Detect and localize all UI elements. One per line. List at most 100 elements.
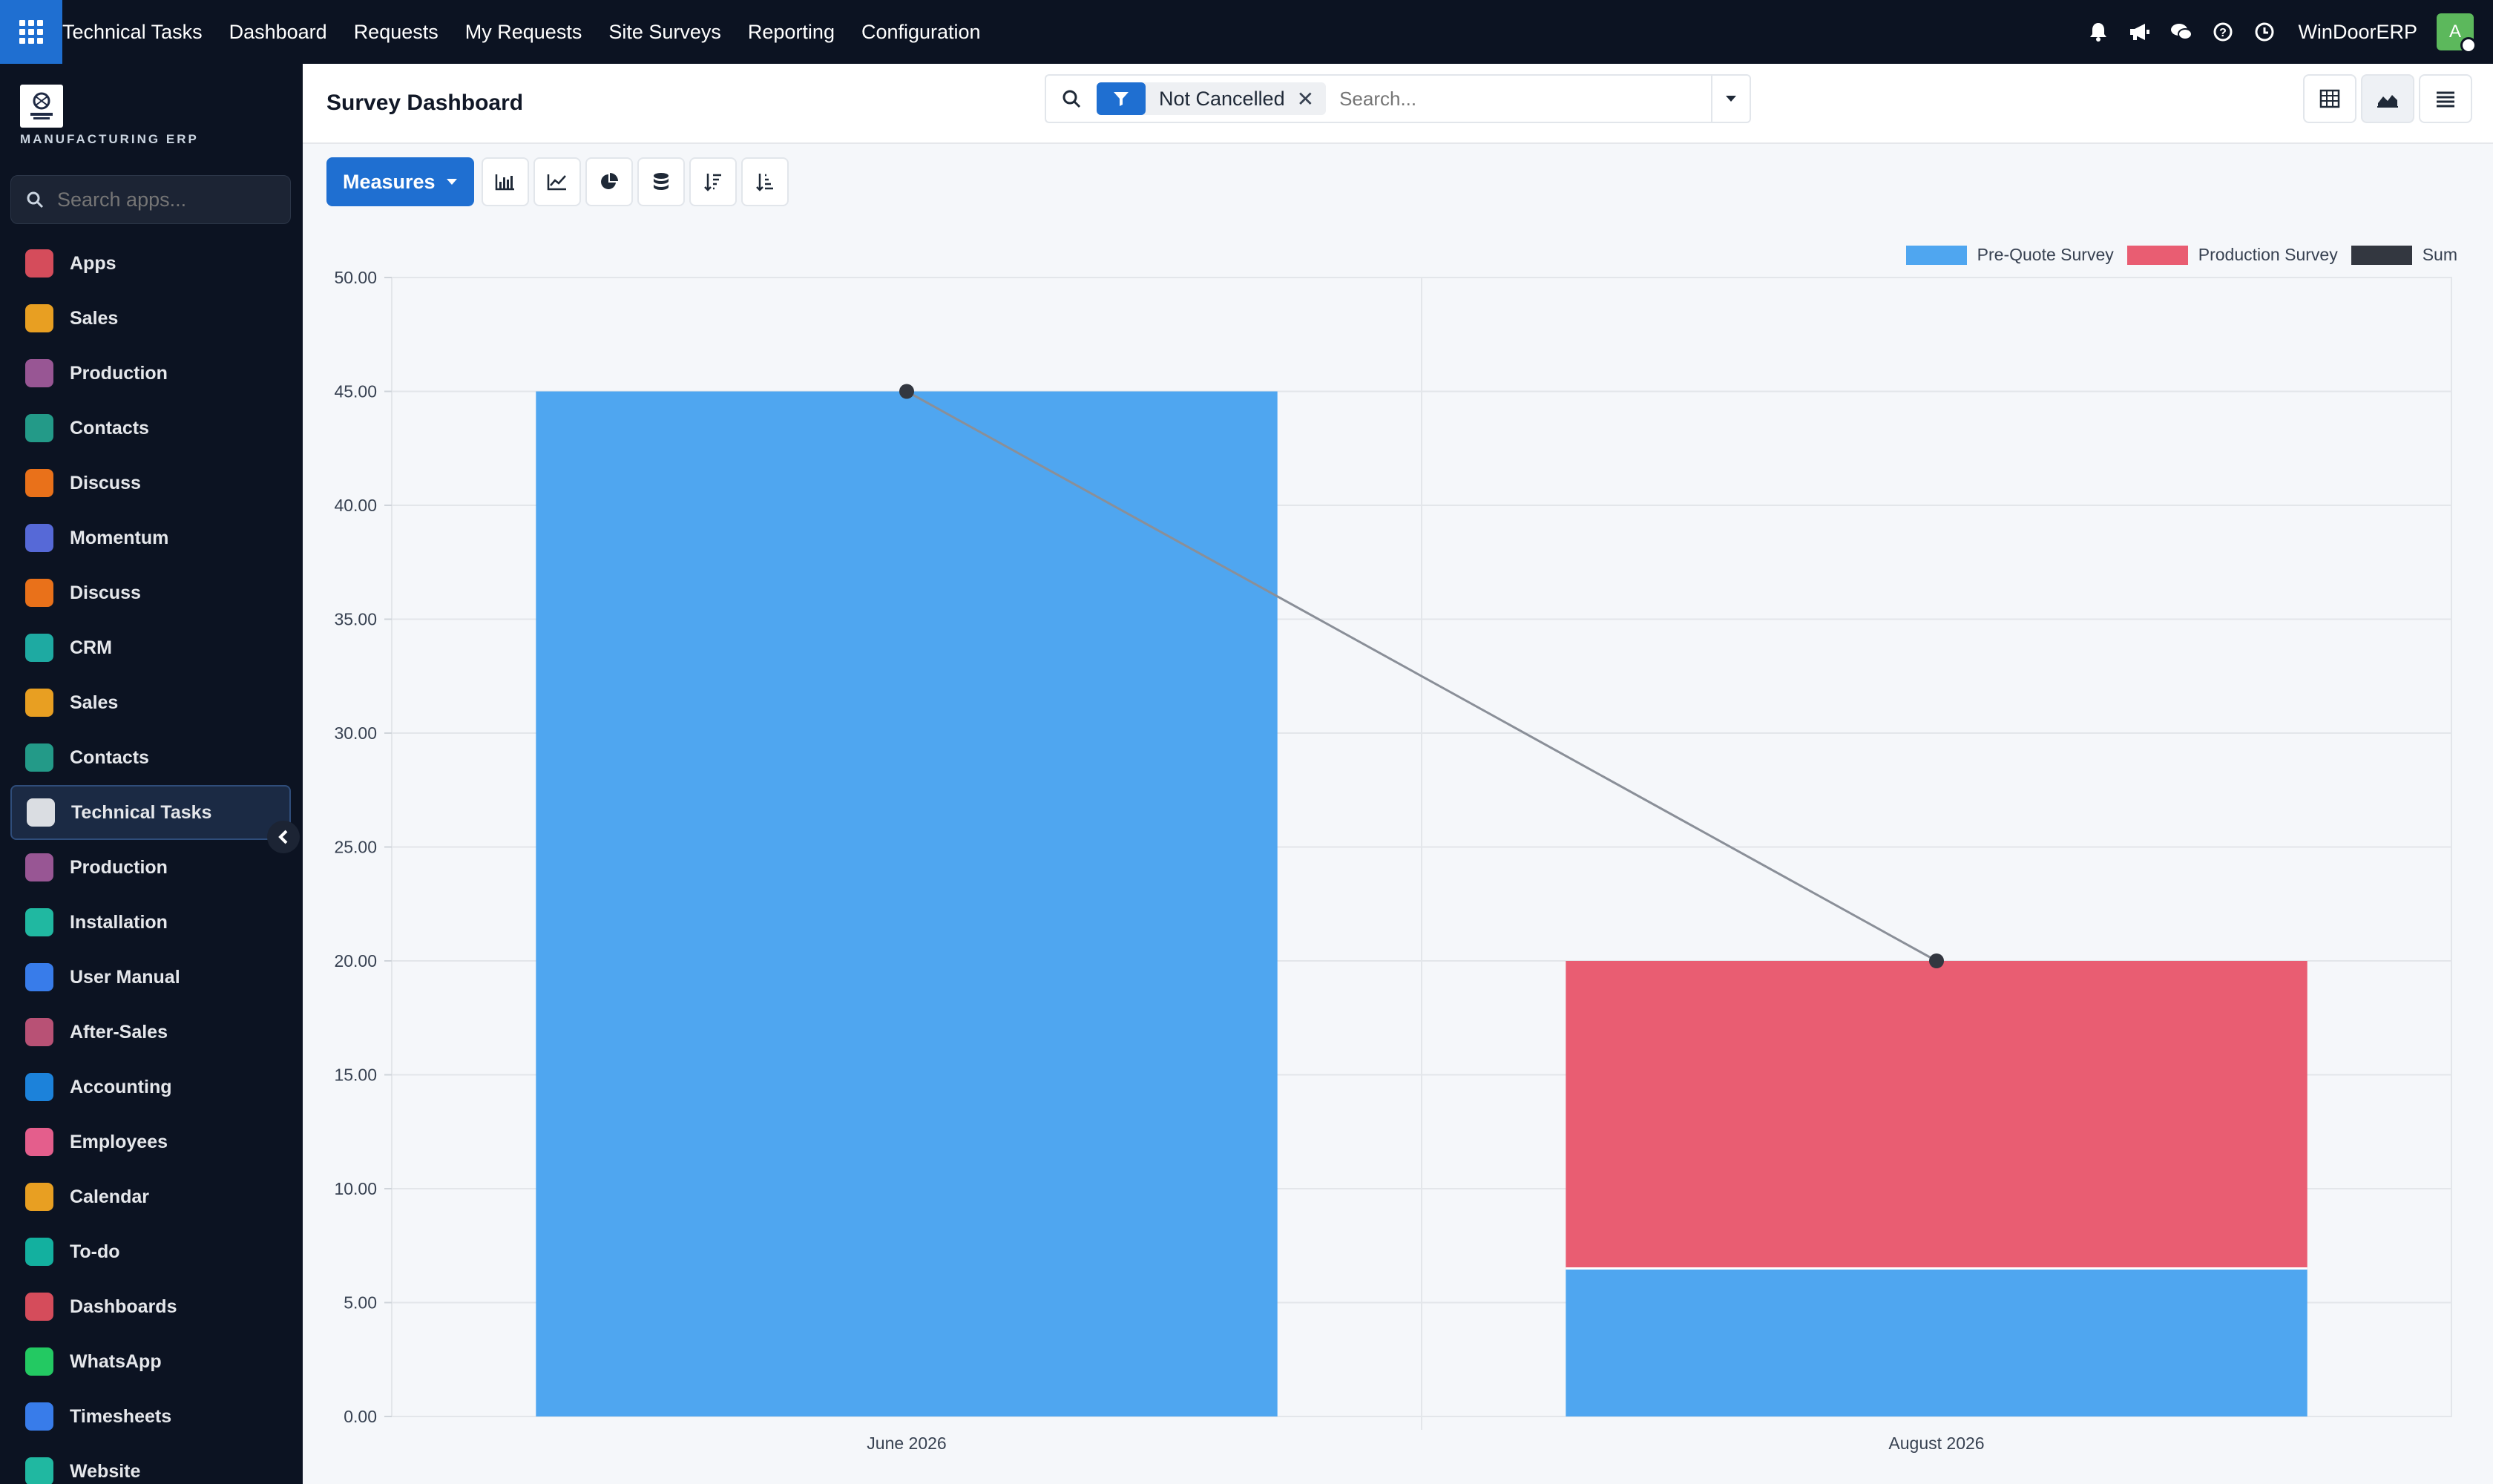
y-tick-label: 35.00 (334, 610, 377, 629)
sidebar-item-label: Employees (70, 1131, 168, 1152)
view-switcher (2303, 74, 2472, 123)
sort-ascending-button[interactable] (740, 157, 789, 206)
app-search[interactable] (10, 175, 291, 224)
nav-my-requests[interactable]: My Requests (465, 21, 582, 44)
collapse-sidebar-button[interactable] (267, 821, 300, 853)
after-sales-icon (25, 1018, 53, 1046)
apps-icon (25, 249, 53, 278)
sidebar-item-accounting[interactable]: Accounting (10, 1060, 291, 1114)
sidebar-item-to-do[interactable]: To-do (10, 1224, 291, 1279)
sidebar-item-discuss[interactable]: Discuss (10, 456, 291, 510)
list-icon (2437, 91, 2454, 108)
top-navbar: Technical Tasks Dashboard Requests My Re… (0, 0, 2493, 64)
sidebar-item-production[interactable]: Production (10, 346, 291, 401)
sidebar-item-crm[interactable]: CRM (10, 620, 291, 675)
sidebar-item-after-sales[interactable]: After-Sales (10, 1005, 291, 1060)
sidebar-item-label: CRM (70, 637, 112, 658)
contacts-icon (25, 743, 53, 772)
bar-pre-quote-survey (536, 391, 1278, 1416)
sidebar-item-label: Accounting (70, 1076, 172, 1097)
graph-view-button[interactable] (2361, 74, 2414, 123)
sort-descending-icon (703, 174, 721, 191)
company-logo: MANUFACTURING ERP (20, 85, 199, 147)
dashboards-icon (25, 1293, 53, 1321)
apps-menu-button[interactable] (0, 0, 62, 64)
sidebar-item-user-manual[interactable]: User Manual (10, 950, 291, 1005)
search-input[interactable] (1339, 87, 1711, 111)
sidebar-item-employees[interactable]: Employees (10, 1114, 291, 1169)
search-options-toggle[interactable] (1711, 76, 1750, 122)
y-tick-label: 5.00 (344, 1293, 377, 1313)
nav-site-surveys[interactable]: Site Surveys (608, 21, 721, 44)
clock-icon[interactable] (2253, 21, 2276, 43)
line-chart-button[interactable] (533, 157, 581, 206)
sidebar-item-technical-tasks[interactable]: Technical Tasks (10, 785, 291, 840)
sidebar-item-discuss[interactable]: Discuss (10, 565, 291, 620)
sidebar-item-label: Discuss (70, 472, 141, 493)
sidebar-item-installation[interactable]: Installation (10, 895, 291, 950)
sort-ascending-icon (755, 174, 773, 191)
user-avatar[interactable]: A (2437, 13, 2477, 53)
svg-text:?: ? (2220, 27, 2227, 39)
employees-icon (25, 1128, 53, 1156)
search-icon (27, 191, 44, 209)
filter-facet: Not Cancelled ✕ (1097, 82, 1327, 115)
sidebar-item-sales[interactable]: Sales (10, 675, 291, 730)
caret-down-icon (1726, 96, 1736, 102)
contacts-icon (25, 414, 53, 442)
grid-icon (19, 20, 43, 44)
graph-area: Pre-Quote Survey Production Survey Sum 0.0… (303, 223, 2493, 1484)
nav-requests[interactable]: Requests (354, 21, 439, 44)
app-brand[interactable]: Technical Tasks (62, 21, 203, 44)
sidebar-item-calendar[interactable]: Calendar (10, 1169, 291, 1224)
company-name[interactable]: WinDoorERP (2298, 21, 2417, 44)
sidebar-item-dashboards[interactable]: Dashboards (10, 1279, 291, 1334)
x-tick-label: June 2026 (867, 1434, 946, 1453)
sidebar-item-contacts[interactable]: Contacts (10, 730, 291, 785)
nav-reporting[interactable]: Reporting (748, 21, 835, 44)
sidebar-item-whatsapp[interactable]: WhatsApp (10, 1334, 291, 1389)
production-icon (25, 359, 53, 387)
app-search-input[interactable] (57, 188, 280, 211)
accounting-icon (25, 1073, 53, 1101)
pie-chart-button[interactable] (585, 157, 633, 206)
sidebar-item-production[interactable]: Production (10, 840, 291, 895)
nav-configuration[interactable]: Configuration (861, 21, 981, 44)
discuss-icon (25, 579, 53, 607)
list-view-button[interactable] (2419, 74, 2472, 123)
page-title: Survey Dashboard (326, 91, 524, 115)
sidebar-item-timesheets[interactable]: Timesheets (10, 1389, 291, 1444)
sidebar-item-contacts[interactable]: Contacts (10, 401, 291, 456)
pivot-view-button[interactable] (2303, 74, 2356, 123)
sidebar-item-sales[interactable]: Sales (10, 291, 291, 346)
bell-icon[interactable] (2087, 21, 2109, 43)
area-chart-icon (2377, 95, 2398, 108)
chat-icon[interactable] (2170, 21, 2193, 43)
sidebar-item-label: Apps (70, 252, 116, 274)
bar-chart-button[interactable] (481, 157, 529, 206)
measures-dropdown-button[interactable]: Measures (326, 157, 474, 206)
sales-icon (25, 689, 53, 717)
technical-tasks-icon (27, 798, 55, 827)
sidebar-item-apps[interactable]: Apps (10, 236, 291, 291)
measures-label: Measures (343, 170, 436, 193)
megaphone-icon[interactable] (2129, 21, 2151, 43)
sidebar-item-momentum[interactable]: Momentum (10, 510, 291, 565)
survey-chart: 0.00 5.00 10.00 15.00 20.00 25.00 30.00 35.00 40… (334, 268, 2452, 1453)
sidebar-item-website[interactable]: Website (10, 1444, 291, 1484)
help-icon[interactable]: ? (2212, 21, 2234, 43)
avatar-letter: A (2448, 22, 2461, 42)
sidebar-item-label: Timesheets (70, 1405, 172, 1427)
search-icon[interactable] (1046, 88, 1097, 109)
search-bar[interactable]: Not Cancelled ✕ (1045, 74, 1751, 123)
bar-pre-quote-survey (1566, 1268, 2308, 1416)
close-icon[interactable]: ✕ (1297, 87, 1326, 111)
nav-dashboard[interactable]: Dashboard (229, 21, 327, 44)
stacked-button[interactable] (637, 157, 685, 206)
y-tick-label: 10.00 (334, 1179, 377, 1198)
sidebar-item-label: Sales (70, 692, 119, 713)
y-tick-label: 25.00 (334, 838, 377, 857)
sort-descending-button[interactable] (689, 157, 737, 206)
sidebar-item-label: Discuss (70, 582, 141, 603)
bar-production-survey (1566, 961, 2308, 1269)
